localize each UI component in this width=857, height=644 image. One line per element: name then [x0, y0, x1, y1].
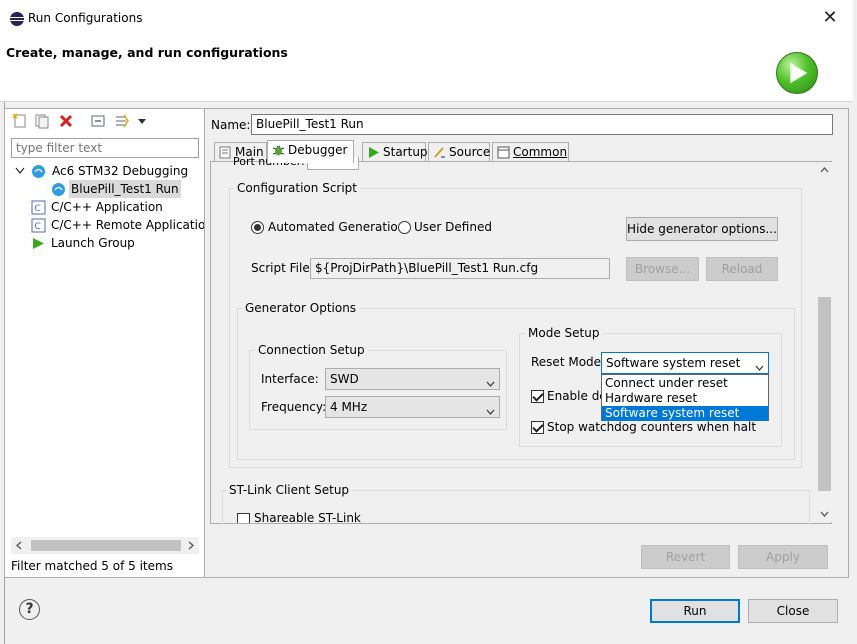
tab-startup[interactable]: Startup: [362, 142, 428, 162]
startup-tab-icon: [367, 146, 380, 159]
script-file-label: Script File:: [251, 261, 314, 275]
name-label: Name:: [211, 118, 251, 132]
frequency-select[interactable]: 4 MHz: [325, 396, 500, 418]
ac6-debug-icon: [31, 164, 46, 179]
tab-label: Startup: [383, 145, 428, 159]
tree-item-label: C/C++ Application: [51, 200, 163, 214]
svg-text:C: C: [35, 204, 41, 214]
connection-setup-group: [249, 350, 507, 430]
filter-icon[interactable]: [114, 113, 130, 129]
name-input[interactable]: BluePill_Test1 Run: [251, 114, 833, 135]
reload-button[interactable]: Reload: [706, 257, 778, 281]
frequency-value: 4 MHz: [330, 400, 368, 414]
cpp-app-icon: C: [31, 200, 46, 215]
source-tab-icon: [433, 146, 446, 159]
close-button[interactable]: Close: [748, 599, 838, 623]
tree-item-launch-group[interactable]: Launch Group: [31, 234, 201, 252]
reset-mode-value: Software system reset: [606, 356, 741, 370]
shareable-stlink-label: Shareable ST-Link: [254, 511, 361, 523]
view-menu-icon[interactable]: [134, 113, 150, 129]
frequency-label: Frequency:: [261, 400, 327, 414]
reset-mode-label: Reset Mode:: [531, 355, 606, 369]
svg-text:C: C: [35, 222, 41, 232]
tab-common[interactable]: Common: [492, 142, 569, 162]
tab-debugger[interactable]: Debugger: [267, 140, 354, 163]
tree-item-ac6-stm32[interactable]: Ac6 STM32 Debugging: [15, 162, 200, 180]
tree-item-label: C/C++ Remote Application: [51, 218, 213, 232]
chevron-down-icon: [486, 375, 495, 387]
chevron-down-icon[interactable]: [15, 162, 25, 187]
cpp-app-icon: C: [31, 218, 46, 233]
tree-item-label: Launch Group: [51, 236, 135, 250]
delete-icon[interactable]: [58, 113, 74, 129]
banner-title: Create, manage, and run configurations: [6, 45, 288, 60]
interface-label: Interface:: [261, 372, 319, 386]
debugger-tab-icon: [272, 144, 285, 157]
automated-generation-label: Automated Generation: [268, 220, 406, 234]
stlink-client-setup-title: ST-Link Client Setup: [226, 483, 353, 497]
eclipse-icon: [10, 12, 24, 26]
browse-button[interactable]: Browse...: [626, 257, 699, 281]
tree-item-bluepill[interactable]: BluePill_Test1 Run: [51, 180, 201, 198]
tab-label: Source: [449, 145, 491, 159]
collapse-all-icon[interactable]: [90, 113, 106, 129]
scroll-thumb[interactable]: [818, 297, 831, 491]
duplicate-icon[interactable]: [34, 113, 50, 129]
chevron-down-icon: [486, 403, 495, 415]
launch-group-icon: [31, 236, 46, 251]
window-title: Run Configurations: [28, 11, 143, 25]
tree-item-label: Ac6 STM32 Debugging: [52, 164, 189, 178]
scroll-down-icon[interactable]: [818, 508, 831, 523]
mode-setup-title: Mode Setup: [525, 326, 603, 340]
tree-item-cpp-remote-application[interactable]: C C/C++ Remote Application: [31, 216, 213, 234]
scroll-left-icon[interactable]: [13, 539, 25, 552]
tab-label: Common: [513, 145, 568, 159]
hide-generator-options-button[interactable]: Hide generator options...: [626, 217, 778, 241]
generator-options-title: Generator Options: [242, 301, 360, 315]
close-window-button[interactable]: ✕: [820, 8, 840, 28]
run-button[interactable]: Run: [650, 599, 740, 623]
filter-status: Filter matched 5 of 5 items: [11, 559, 173, 573]
left-toolbar: [6, 110, 204, 134]
script-file-field[interactable]: ${ProjDirPath}\BluePill_Test1 Run.cfg: [310, 258, 610, 279]
configuration-script-title: Configuration Script: [234, 181, 360, 195]
stop-watchdog-checkbox[interactable]: [531, 421, 544, 434]
run-icon: [776, 52, 818, 94]
ac6-debug-icon: [51, 182, 66, 197]
help-icon[interactable]: ?: [19, 599, 40, 620]
reset-option-connect-under-reset[interactable]: Connect under reset: [602, 376, 768, 391]
user-defined-radio[interactable]: [398, 221, 411, 234]
interface-select[interactable]: SWD: [325, 368, 500, 390]
reset-mode-dropdown: Connect under reset Hardware reset Softw…: [601, 374, 769, 421]
apply-button[interactable]: Apply: [738, 545, 828, 569]
tree-horizontal-scrollbar[interactable]: [11, 537, 199, 554]
tree-item-label: BluePill_Test1 Run: [69, 180, 181, 198]
chevron-down-icon: [755, 359, 764, 371]
connection-setup-title: Connection Setup: [255, 343, 368, 357]
shareable-stlink-checkbox[interactable]: [237, 513, 250, 523]
reset-option-hardware-reset[interactable]: Hardware reset: [602, 391, 768, 406]
title-bar: Run Configurations ✕: [0, 0, 853, 36]
common-tab-icon: [497, 146, 510, 159]
tree-item-cpp-application[interactable]: C C/C++ Application: [31, 198, 201, 216]
scroll-right-icon[interactable]: [185, 539, 197, 552]
scroll-up-icon[interactable]: [818, 164, 831, 179]
revert-button[interactable]: Revert: [641, 545, 730, 569]
user-defined-label: User Defined: [414, 220, 492, 234]
stop-watchdog-label: Stop watchdog counters when halt: [547, 420, 757, 434]
tab-label: Debugger: [288, 143, 348, 157]
enable-debug-checkbox[interactable]: [531, 390, 544, 403]
reset-mode-select[interactable]: Software system reset: [601, 352, 769, 374]
scroll-thumb[interactable]: [31, 540, 181, 551]
filter-input[interactable]: [11, 138, 199, 158]
tab-source[interactable]: Source: [428, 142, 490, 162]
reset-option-software-system-reset[interactable]: Software system reset: [602, 406, 768, 421]
main-tab-icon: [219, 146, 232, 159]
automated-generation-radio[interactable]: [251, 221, 264, 234]
new-config-icon[interactable]: [12, 113, 28, 129]
interface-value: SWD: [330, 372, 359, 386]
